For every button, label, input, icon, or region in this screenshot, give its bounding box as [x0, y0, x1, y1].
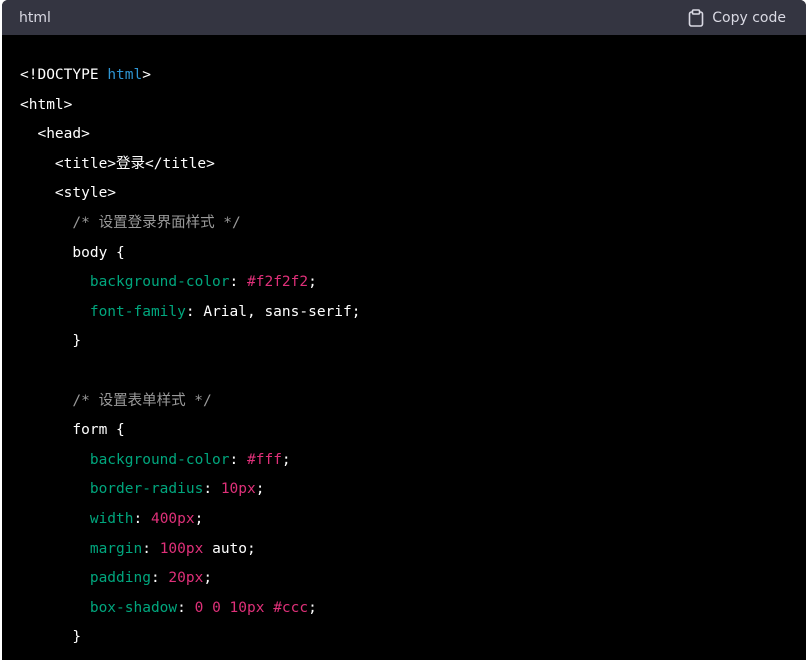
code-line: background-color: #f2f2f2;	[20, 268, 806, 298]
code-token: 10px	[220, 481, 256, 498]
code-token: width	[89, 510, 134, 527]
code-line: }	[20, 623, 806, 653]
code-line: }	[20, 327, 806, 357]
code-token: <style>	[54, 185, 117, 202]
code-line: /* 设置表单样式 */	[20, 387, 806, 417]
code-token: }	[72, 333, 82, 350]
clipboard-icon	[688, 8, 704, 27]
code-line: <!DOCTYPE html>	[20, 61, 806, 91]
code-token: :	[133, 510, 151, 527]
code-token: body {	[72, 244, 125, 261]
code-token: form {	[72, 422, 125, 439]
code-token: 20px	[168, 570, 204, 587]
code-token: 100px	[159, 540, 204, 557]
code-token: background-color	[89, 451, 230, 468]
code-token: background-color	[89, 274, 230, 291]
copy-code-label: Copy code	[712, 9, 786, 26]
code-token: box-shadow	[89, 599, 178, 616]
code-token: margin	[89, 540, 143, 557]
code-token: /* 设置登录界面样式 */	[72, 214, 241, 231]
code-line: background-color: #fff;	[20, 446, 806, 476]
code-token: #fff	[247, 451, 282, 468]
language-label: html	[19, 9, 51, 26]
code-token: #f2f2f2	[247, 274, 309, 291]
code-token: ;	[255, 481, 265, 498]
code-token: ;	[281, 451, 291, 468]
code-token: :	[142, 540, 160, 557]
code-line: body {	[20, 239, 806, 269]
code-block-header: html Copy code	[2, 0, 806, 35]
code-token: :	[229, 451, 247, 468]
code-token: >	[142, 67, 151, 83]
code-line: <style>	[20, 179, 806, 209]
code-token: border-radius	[89, 481, 204, 498]
code-token: <html>	[20, 96, 73, 113]
code-line: <title>登录</title>	[20, 150, 806, 180]
code-line: font-family: Arial, sans-serif;	[20, 298, 806, 328]
code-token: :	[229, 274, 247, 291]
code-token: ;	[308, 599, 317, 616]
code-line: /* 设置登录界面样式 */	[20, 209, 806, 239]
code-token: auto;	[203, 540, 256, 557]
code-content[interactable]: <!DOCTYPE html> <html> <head> <title>登录</…	[2, 35, 806, 653]
code-token: font-family	[89, 303, 186, 320]
code-token: :	[203, 481, 221, 498]
code-token: <head>	[37, 126, 90, 143]
code-token: ;	[203, 570, 213, 587]
code-token: <!DOCTYPE	[20, 67, 108, 83]
code-line: border-radius: 10px;	[20, 475, 806, 505]
code-token: <title>登录</title>	[54, 155, 215, 172]
code-token: :	[177, 599, 195, 616]
code-token: 400px	[150, 510, 195, 527]
copy-code-button[interactable]: Copy code	[688, 8, 786, 27]
code-line: width: 400px;	[20, 505, 806, 535]
code-line: <html>	[20, 91, 806, 121]
code-token: ;	[308, 274, 317, 291]
code-token: /* 设置表单样式 */	[72, 392, 212, 409]
code-line: form {	[20, 416, 806, 446]
code-token: html	[107, 67, 143, 83]
code-token: : Arial, sans-serif;	[185, 303, 361, 320]
code-block: html Copy code <!DOCTYPE html> <html> <he…	[2, 0, 806, 660]
code-line: box-shadow: 0 0 10px #ccc;	[20, 594, 806, 624]
code-token: 0 0 10px #ccc	[194, 599, 309, 616]
code-token: ;	[194, 510, 204, 527]
code-token: :	[150, 570, 169, 587]
code-token: }	[72, 629, 82, 646]
code-line: margin: 100px auto;	[20, 535, 806, 565]
code-token: padding	[89, 570, 151, 587]
code-line: padding: 20px;	[20, 564, 806, 594]
code-line: <head>	[20, 120, 806, 150]
